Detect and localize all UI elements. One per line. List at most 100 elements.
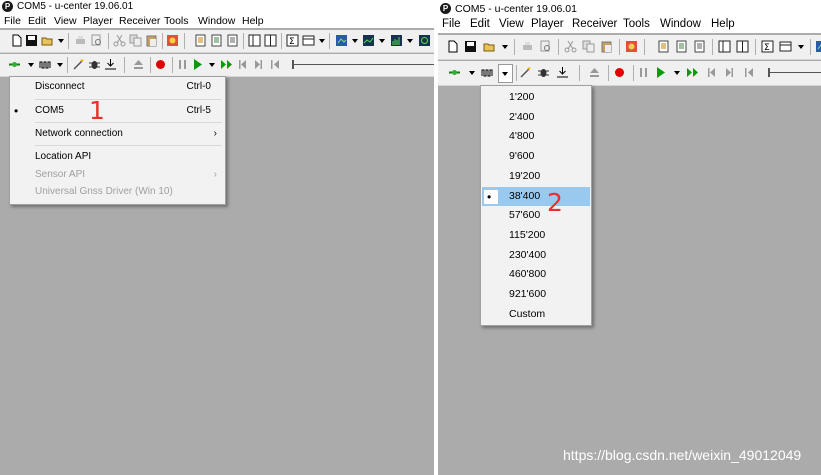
globe-view-icon[interactable] xyxy=(815,40,821,53)
step-back-icon[interactable] xyxy=(705,66,718,79)
pause-icon[interactable] xyxy=(176,58,189,71)
fast-forward-icon[interactable] xyxy=(686,66,699,79)
copy-icon[interactable] xyxy=(582,40,595,53)
window-tile-icon[interactable] xyxy=(248,34,261,47)
debug-icon[interactable] xyxy=(88,58,101,71)
baudrate-option[interactable]: 57'600 xyxy=(482,206,590,226)
baudrate-option[interactable]: 460'800 xyxy=(482,265,590,285)
menu-item-location-api[interactable]: Location API xyxy=(10,148,225,166)
window-tile-icon[interactable] xyxy=(736,40,749,53)
menu-item-disconnect[interactable]: Disconnect Ctrl-0 xyxy=(10,78,225,96)
sigma-icon[interactable]: Σ xyxy=(286,34,299,47)
pause-icon[interactable] xyxy=(637,66,650,79)
print-preview-icon[interactable] xyxy=(539,40,552,53)
chevron-down-icon[interactable] xyxy=(798,45,804,49)
download-icon[interactable] xyxy=(556,66,569,79)
menu-item-com5[interactable]: • COM5 Ctrl-5 xyxy=(10,102,225,120)
chevron-down-icon[interactable] xyxy=(379,39,385,43)
fast-forward-icon[interactable] xyxy=(220,58,233,71)
step-forward-icon[interactable] xyxy=(252,58,265,71)
baudrate-option[interactable]: 1'200 xyxy=(482,88,590,108)
magic-wand-icon[interactable] xyxy=(72,58,85,71)
open-folder-icon[interactable] xyxy=(41,34,54,47)
menu-window[interactable]: Window xyxy=(660,16,701,33)
new-file-icon[interactable] xyxy=(10,34,23,47)
print-icon[interactable] xyxy=(521,40,534,53)
histogram-view-icon[interactable] xyxy=(390,34,403,47)
menu-player[interactable]: Player xyxy=(83,14,113,28)
baudrate-option[interactable]: 9'600 xyxy=(482,147,590,167)
window-tile-icon[interactable] xyxy=(264,34,277,47)
step-forward-icon[interactable] xyxy=(723,66,736,79)
record-icon[interactable] xyxy=(613,66,626,79)
globe-view-icon[interactable] xyxy=(335,34,348,47)
settings-icon[interactable] xyxy=(166,34,179,47)
menu-tools[interactable]: Tools xyxy=(623,16,650,33)
chart-view-icon[interactable] xyxy=(362,34,375,47)
menu-receiver[interactable]: Receiver xyxy=(119,14,160,28)
chevron-down-icon[interactable] xyxy=(502,45,508,49)
playback-slider-track[interactable] xyxy=(294,64,434,65)
menu-receiver[interactable]: Receiver xyxy=(572,16,617,33)
doc-view-icon[interactable] xyxy=(693,40,706,53)
new-file-icon[interactable] xyxy=(446,40,459,53)
baudrate-icon[interactable] xyxy=(39,58,52,71)
table-view-icon[interactable] xyxy=(779,40,792,53)
step-back-icon[interactable] xyxy=(236,58,249,71)
doc-view-icon[interactable] xyxy=(675,40,688,53)
chevron-down-icon[interactable] xyxy=(407,39,413,43)
chevron-down-icon[interactable] xyxy=(352,39,358,43)
paste-icon[interactable] xyxy=(600,40,613,53)
menu-tools[interactable]: Tools xyxy=(164,14,189,28)
save-icon[interactable] xyxy=(464,40,477,53)
eject-icon[interactable] xyxy=(588,66,601,79)
play-icon[interactable] xyxy=(191,58,204,71)
menu-edit[interactable]: Edit xyxy=(28,14,46,28)
baudrate-option[interactable]: 19'200 xyxy=(482,167,590,187)
baudrate-option[interactable]: 115'200 xyxy=(482,226,590,246)
baudrate-icon[interactable] xyxy=(481,66,494,79)
menu-window[interactable]: Window xyxy=(198,14,235,28)
sigma-icon[interactable]: Σ xyxy=(761,40,774,53)
baudrate-option[interactable]: 4'800 xyxy=(482,127,590,147)
settings-icon[interactable] xyxy=(625,40,638,53)
debug-icon[interactable] xyxy=(537,66,550,79)
menu-edit[interactable]: Edit xyxy=(470,16,490,33)
paste-icon[interactable] xyxy=(145,34,158,47)
chevron-down-icon[interactable] xyxy=(58,39,64,43)
rewind-start-icon[interactable] xyxy=(268,58,281,71)
doc-view-icon[interactable] xyxy=(210,34,223,47)
playback-slider-track[interactable] xyxy=(770,72,821,73)
sky-view-icon[interactable] xyxy=(418,34,431,47)
menu-help[interactable]: Help xyxy=(711,16,735,33)
menu-view[interactable]: View xyxy=(499,16,524,33)
copy-icon[interactable] xyxy=(129,34,142,47)
baudrate-option[interactable]: Custom xyxy=(482,305,590,325)
menu-item-network-connection[interactable]: Network connection › xyxy=(10,125,225,143)
print-preview-icon[interactable] xyxy=(90,34,103,47)
cut-icon[interactable] xyxy=(564,40,577,53)
record-icon[interactable] xyxy=(154,58,167,71)
connection-icon[interactable] xyxy=(8,58,21,71)
doc-view-icon[interactable] xyxy=(194,34,207,47)
print-icon[interactable] xyxy=(74,34,87,47)
menu-view[interactable]: View xyxy=(54,14,77,28)
menu-player[interactable]: Player xyxy=(531,16,564,33)
window-tile-icon[interactable] xyxy=(718,40,731,53)
doc-view-icon[interactable] xyxy=(226,34,239,47)
chevron-down-icon[interactable] xyxy=(674,71,680,75)
chevron-down-icon[interactable] xyxy=(57,63,63,67)
menu-file[interactable]: File xyxy=(4,14,21,28)
baudrate-option[interactable]: 230'400 xyxy=(482,246,590,266)
baudrate-option[interactable]: 2'400 xyxy=(482,108,590,128)
table-view-icon[interactable] xyxy=(302,34,315,47)
play-icon[interactable] xyxy=(654,66,667,79)
download-icon[interactable] xyxy=(104,58,117,71)
eject-icon[interactable] xyxy=(132,58,145,71)
chevron-down-icon[interactable] xyxy=(319,39,325,43)
chevron-down-icon[interactable] xyxy=(469,71,475,75)
baudrate-option-selected[interactable]: • 38'400 xyxy=(482,186,590,207)
rewind-start-icon[interactable] xyxy=(742,66,755,79)
chevron-down-icon[interactable] xyxy=(209,63,215,67)
open-folder-icon[interactable] xyxy=(483,40,496,53)
